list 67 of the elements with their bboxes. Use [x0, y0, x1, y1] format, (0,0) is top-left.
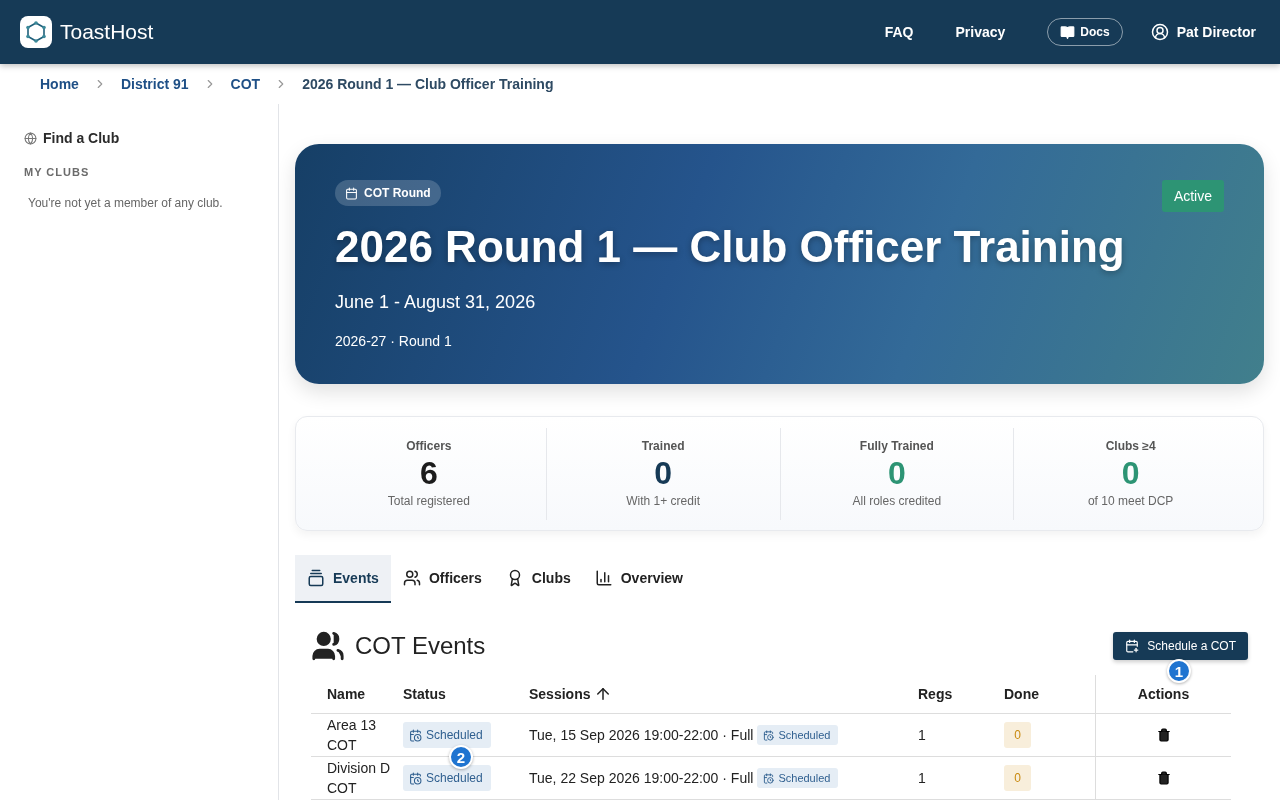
breadcrumb-link[interactable]: Home: [40, 76, 79, 92]
book-icon: [1060, 24, 1076, 40]
column-header[interactable]: Sessions: [529, 675, 918, 714]
user-menu[interactable]: Pat Director: [1150, 23, 1256, 41]
breadcrumb-link[interactable]: District 91: [120, 76, 189, 92]
tab[interactable]: Clubs: [493, 555, 583, 603]
status-chip: Scheduled: [403, 765, 491, 791]
calendar-clock-icon: [409, 771, 422, 785]
stat-caption: of 10 meet DCP: [1087, 494, 1174, 508]
breadcrumb-link[interactable]: COT: [230, 76, 261, 92]
column-header: Done: [1004, 675, 1095, 714]
round-meta: 2026-27 · Round 1: [335, 333, 453, 349]
date-range: June 1 - August 31, 2026: [335, 292, 537, 313]
session-text: Tue, 15 Sep 2026 19:00-22:00 · Full: [529, 726, 754, 745]
stat-value: 0: [1121, 455, 1140, 492]
delete-button[interactable]: [1156, 728, 1171, 742]
session-text: Tue, 22 Sep 2026 19:00-22:00 · Full: [529, 769, 754, 788]
status-chip: Scheduled: [757, 768, 839, 788]
stat-value: 0: [654, 455, 672, 492]
bar-chart-icon: [594, 569, 613, 587]
stat-label: Clubs ≥4: [1105, 439, 1156, 453]
calendar-clock-icon: [409, 728, 422, 742]
stat-caption: Total registered: [387, 494, 470, 508]
nav-link[interactable]: FAQ: [884, 24, 914, 40]
section-title: COT Events: [355, 632, 487, 660]
column-header: Status: [403, 675, 529, 714]
section-heading: MY CLUBS: [24, 166, 91, 178]
stat-value: 0: [887, 455, 906, 492]
events-icon: [307, 569, 325, 587]
user-icon: [1150, 23, 1169, 41]
calendar-plus-icon: [1125, 639, 1140, 653]
trash-icon: [1156, 771, 1171, 785]
globe-icon: [24, 131, 37, 145]
empty-message: You're not yet a member of any club.: [28, 196, 224, 210]
stat-caption: With 1+ credit: [626, 494, 700, 508]
app-name: ToastHost: [60, 20, 155, 44]
step-marker: 1: [1167, 659, 1191, 683]
people-icon: [311, 629, 345, 663]
find-club-link[interactable]: Find a Club: [24, 130, 278, 146]
people-icon: [402, 569, 421, 587]
delete-button[interactable]: [1156, 771, 1171, 785]
page-title: 2026 Round 1 — Club Officer Training: [335, 222, 1126, 272]
schedule-button[interactable]: Schedule a COT: [1113, 632, 1248, 660]
tab[interactable]: Officers: [390, 555, 494, 603]
stat-caption: All roles credited: [852, 494, 942, 508]
column-header: Name: [311, 675, 403, 714]
logo[interactable]: [20, 16, 52, 48]
calendar-icon: [345, 186, 358, 200]
stat-value: 6: [419, 455, 438, 492]
breadcrumb-current: 2026 Round 1 — Club Officer Training: [302, 76, 554, 92]
count-chip: 0: [1004, 722, 1031, 748]
logo-icon: [25, 21, 47, 43]
calendar-clock-icon: [763, 772, 775, 784]
tab[interactable]: Overview: [582, 555, 695, 603]
status-chip: Scheduled: [403, 722, 491, 748]
stat-label: Trained: [641, 439, 685, 453]
stat-label: Fully Trained: [859, 439, 934, 453]
stat-label: Officers: [406, 439, 452, 453]
count-chip: 0: [1004, 765, 1031, 791]
round-tag: COT Round: [335, 180, 441, 206]
trash-icon: [1156, 728, 1171, 742]
status-badge: Active: [1161, 180, 1224, 212]
tab[interactable]: Events: [295, 555, 391, 603]
column-header: Regs: [918, 675, 1004, 714]
calendar-clock-icon: [763, 729, 775, 741]
nav-link[interactable]: Privacy: [955, 24, 1006, 40]
status-chip: Scheduled: [757, 725, 839, 745]
